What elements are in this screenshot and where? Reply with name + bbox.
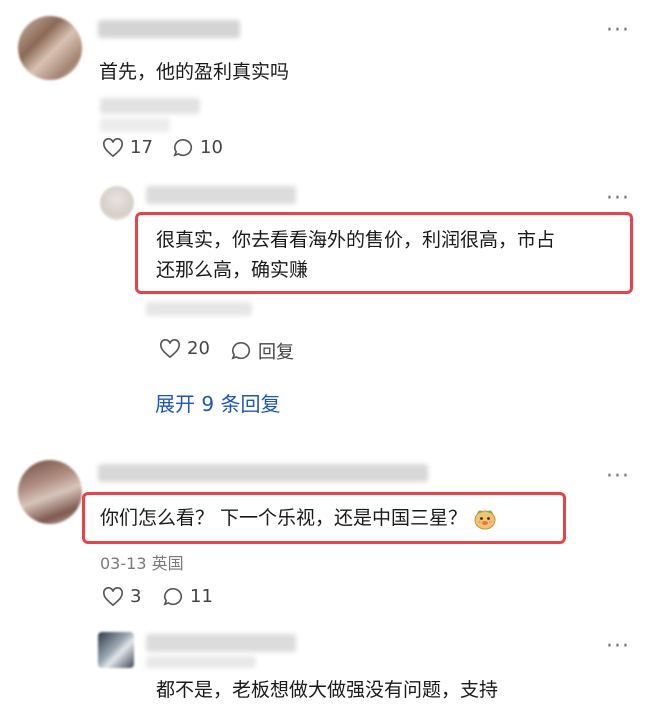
reply-button[interactable]: 回复: [230, 338, 294, 364]
username[interactable]: [98, 20, 240, 38]
comment-text: 你们怎么看？ 下一个乐视，还是中国三星？: [100, 504, 497, 532]
comment-meta: [100, 98, 200, 114]
reply-count-button[interactable]: 11: [162, 586, 213, 607]
expand-replies-link[interactable]: 展开 9 条回复: [155, 388, 280, 417]
like-button[interactable]: 3: [102, 586, 141, 607]
username[interactable]: [146, 186, 296, 204]
like-button[interactable]: 20: [159, 338, 210, 359]
like-count: 17: [130, 137, 153, 158]
comment-date-location: 03-13 英国: [100, 554, 184, 573]
avatar[interactable]: [98, 632, 134, 668]
like-count: 3: [130, 586, 142, 607]
heart-icon: [103, 137, 123, 157]
comment-bubble-icon: [231, 341, 251, 360]
comment-meta: [146, 656, 256, 668]
comment-bubble-icon: [173, 138, 193, 157]
more-options-icon[interactable]: ···: [606, 20, 630, 42]
reply-text-line2: 还那么高，确实赚: [156, 259, 309, 281]
comment-text: 首先，他的盈利真实吗: [99, 61, 290, 83]
reply-text: 都不是，老板想做大做强没有问题，支持: [156, 679, 499, 701]
reply-count: 10: [200, 137, 223, 158]
avatar[interactable]: [18, 460, 82, 524]
comment-meta: [100, 118, 170, 132]
username[interactable]: [98, 464, 428, 482]
reply-text-line1: 很真实，你去看看海外的售价，利润很高，市占: [156, 229, 556, 251]
more-options-icon[interactable]: ···: [606, 636, 630, 658]
username[interactable]: [146, 634, 296, 652]
reply-label: 回复: [258, 342, 294, 363]
like-count: 20: [187, 338, 210, 359]
reply-meta: [146, 302, 252, 316]
avatar[interactable]: [18, 16, 82, 80]
comment-text-content: 你们怎么看？ 下一个乐视，还是中国三星？: [100, 507, 468, 529]
heart-icon: [160, 338, 180, 358]
heart-icon: [103, 586, 123, 606]
more-options-icon[interactable]: ···: [606, 188, 630, 210]
more-options-icon[interactable]: ···: [606, 466, 630, 488]
avatar[interactable]: [100, 186, 134, 220]
reply-count-button[interactable]: 10: [172, 137, 223, 158]
dog-emoji-icon: [473, 506, 497, 530]
comment-bubble-icon: [163, 587, 183, 606]
reply-count: 11: [190, 586, 213, 607]
like-button[interactable]: 17: [102, 137, 153, 158]
